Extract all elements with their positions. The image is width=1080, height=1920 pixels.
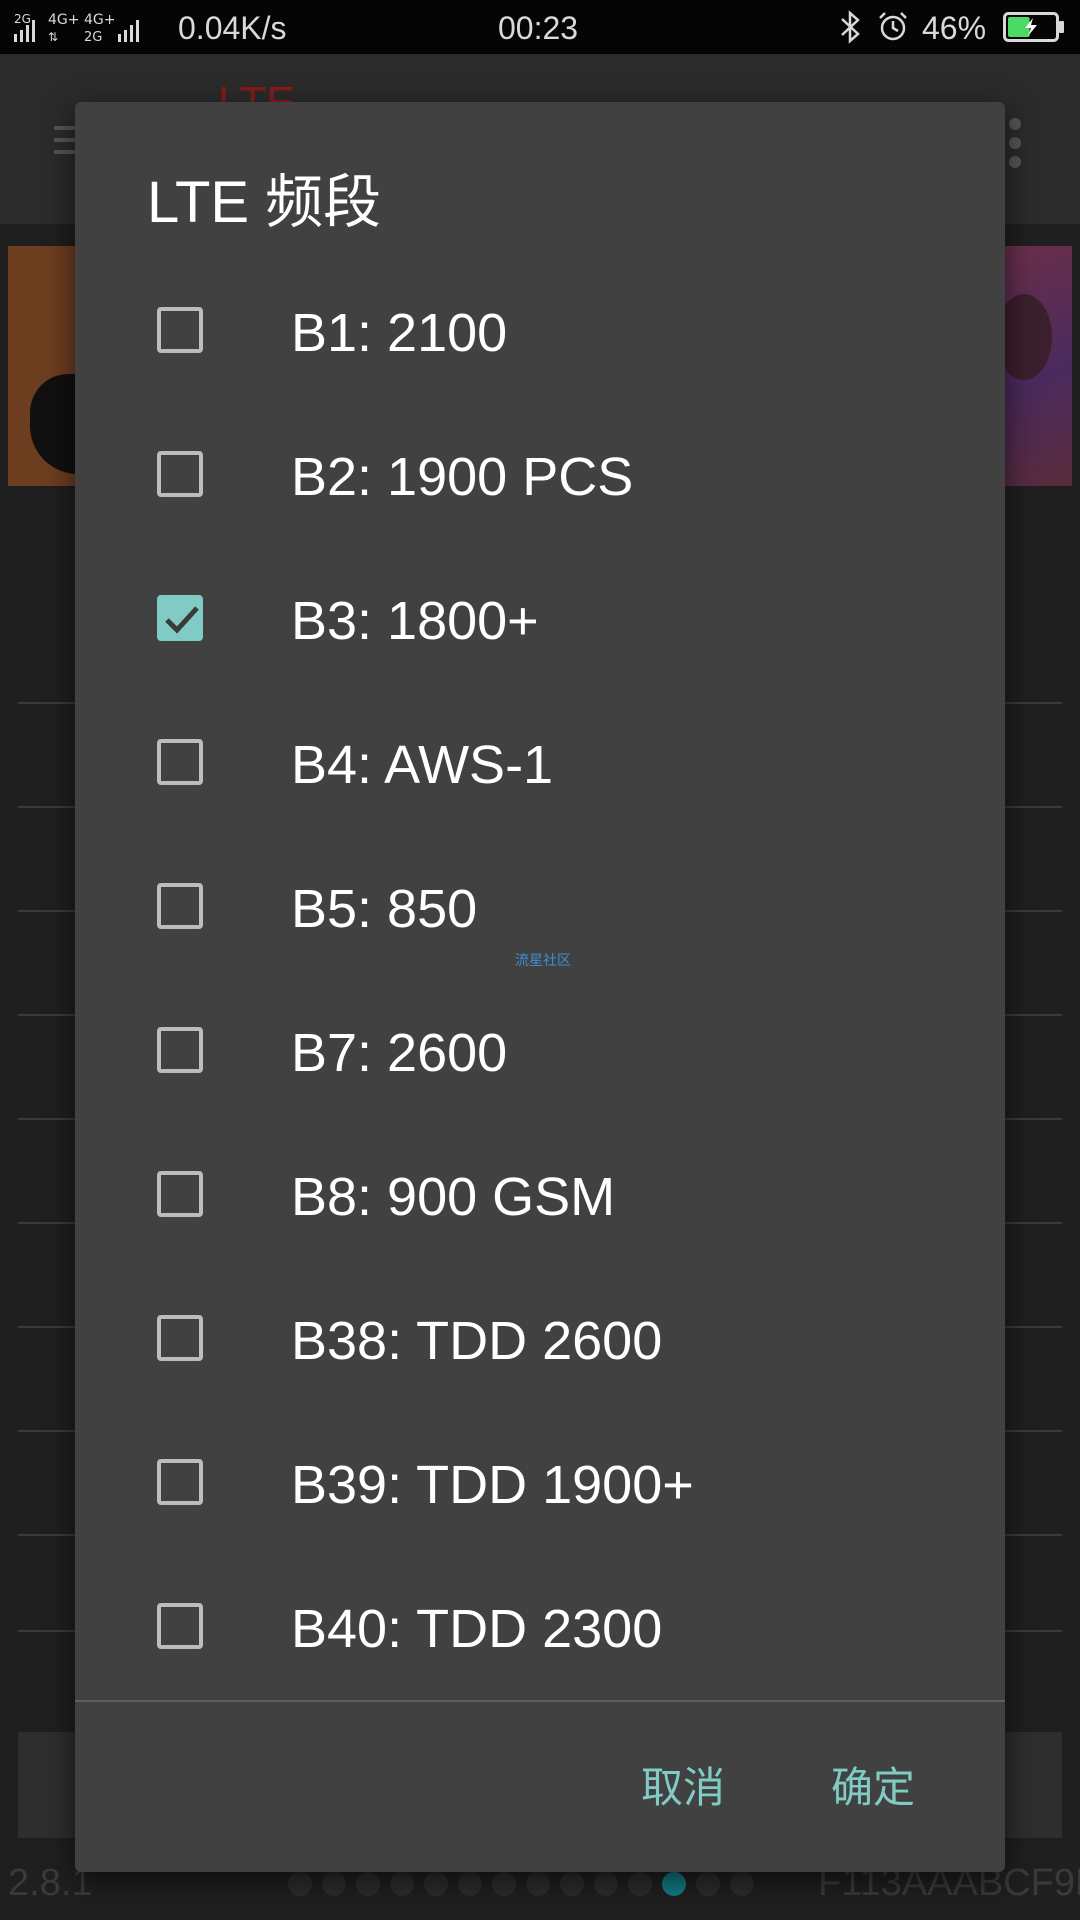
svg-text:4G+: 4G+ [84, 12, 116, 28]
checkbox[interactable] [157, 739, 203, 785]
band-item[interactable]: B38: TDD 2600 [75, 1270, 1005, 1414]
page-dot [560, 1872, 584, 1896]
watermark: 流星社区 [515, 952, 571, 968]
dialog-title: LTE 频段 [147, 170, 382, 235]
band-label: B38: TDD 2600 [291, 1311, 663, 1371]
checkbox[interactable] [157, 1315, 203, 1361]
page-dot [492, 1872, 516, 1896]
more-vert-icon [1009, 118, 1021, 168]
page-dot [424, 1872, 448, 1896]
lte-band-dialog: LTE 频段 B1: 2100 B2: 1900 PCS B3: 1800+ B4: … [75, 102, 1005, 1872]
ok-button[interactable]: 确定 [831, 1762, 915, 1814]
bluetooth-icon [841, 10, 860, 44]
band-label: B2: 1900 PCS [291, 447, 634, 507]
checkbox-checked[interactable] [157, 595, 203, 641]
band-item[interactable]: B8: 900 GSM [75, 1126, 1005, 1270]
band-item[interactable]: B7: 2600 [75, 982, 1005, 1126]
band-label: B7: 2600 [291, 1023, 508, 1083]
cancel-button[interactable]: 取消 [641, 1762, 725, 1814]
network-speed: 0.04K/s [178, 10, 287, 46]
band-item[interactable]: B40: TDD 2300 [75, 1558, 1005, 1702]
page-dot [730, 1872, 754, 1896]
page-dot [458, 1872, 482, 1896]
band-item[interactable]: B39: TDD 1900+ [75, 1414, 1005, 1558]
dialog-divider [75, 1700, 1005, 1702]
page-dot [628, 1872, 652, 1896]
band-item[interactable]: B4: AWS-1 [75, 694, 1005, 838]
page-dot [594, 1872, 618, 1896]
band-label: B39: TDD 1900+ [291, 1455, 694, 1515]
checkbox[interactable] [157, 451, 203, 497]
page-dot [662, 1872, 686, 1896]
band-label: B8: 900 GSM [291, 1167, 616, 1227]
band-item[interactable]: B1: 2100 [75, 262, 1005, 406]
band-item[interactable]: B2: 1900 PCS [75, 406, 1005, 550]
page-dot [322, 1872, 346, 1896]
checkbox[interactable] [157, 1603, 203, 1649]
svg-text:2G: 2G [14, 12, 31, 26]
check-icon [165, 606, 199, 634]
page-dot [356, 1872, 380, 1896]
checkbox[interactable] [157, 1171, 203, 1217]
band-list: B1: 2100 B2: 1900 PCS B3: 1800+ B4: AWS-1 B5… [75, 262, 1005, 1702]
checkbox[interactable] [157, 307, 203, 353]
band-label: B40: TDD 2300 [291, 1599, 663, 1659]
page-dot [696, 1872, 720, 1896]
page-dot [390, 1872, 414, 1896]
signal-icon: 2G 4G+ ⇅ 4G+ 2G [14, 12, 139, 44]
status-bar: 2G 4G+ ⇅ 4G+ 2G 0.04K/s 00:23 46% [0, 0, 1080, 54]
page-indicator [288, 1872, 754, 1898]
band-label: B4: AWS-1 [291, 735, 554, 795]
clock: 00:23 [498, 10, 579, 46]
screen: 2G 4G+ ⇅ 4G+ 2G 0.04K/s 00:23 46% 2.8.1 … [0, 0, 1080, 1920]
page-dot [526, 1872, 550, 1896]
checkbox[interactable] [157, 1027, 203, 1073]
band-label: B5: 850 [291, 879, 478, 939]
page-dot [288, 1872, 312, 1896]
battery-icon [1003, 12, 1064, 42]
svg-text:4G+: 4G+ [48, 12, 80, 28]
checkbox[interactable] [157, 883, 203, 929]
checkbox[interactable] [157, 1459, 203, 1505]
band-label: B3: 1800+ [291, 591, 539, 651]
alarm-icon [879, 12, 907, 41]
svg-text:2G: 2G [84, 30, 102, 44]
band-item[interactable]: B3: 1800+ [75, 550, 1005, 694]
svg-text:⇅: ⇅ [48, 30, 58, 44]
battery-percent: 46% [922, 10, 987, 46]
band-label: B1: 2100 [291, 303, 508, 363]
